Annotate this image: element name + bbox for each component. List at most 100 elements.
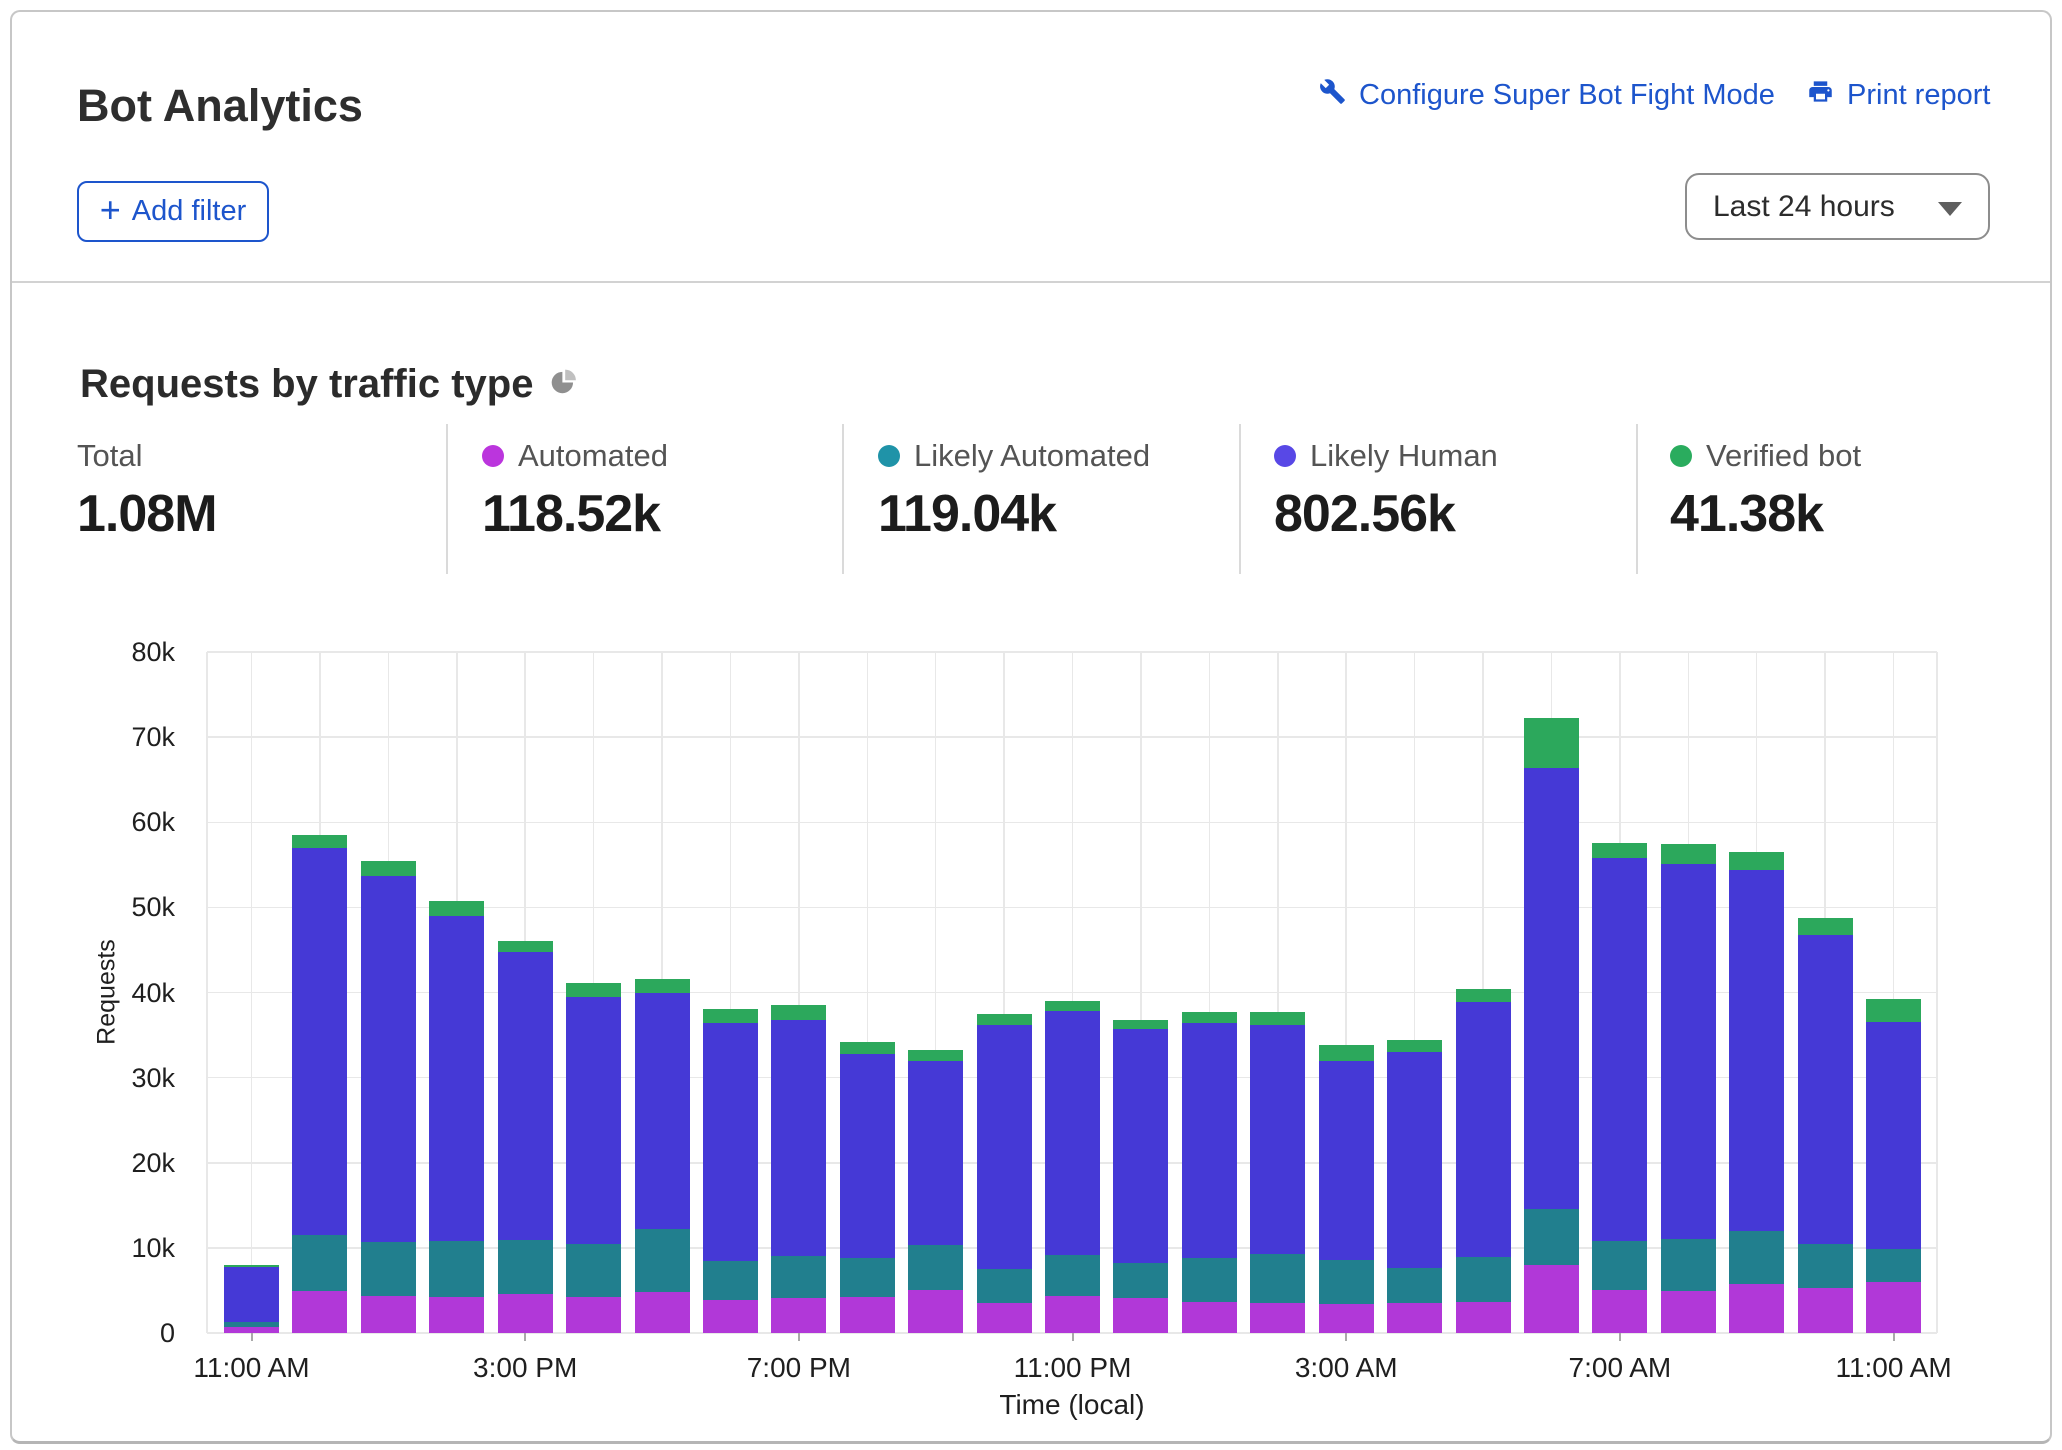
bar-segment-automated[interactable] xyxy=(1524,1265,1579,1333)
bar-segment-likely-human[interactable] xyxy=(1866,1022,1921,1248)
bar-segment-likely-automated[interactable] xyxy=(224,1322,279,1327)
bar-segment-likely-automated[interactable] xyxy=(1250,1254,1305,1303)
bar-segment-automated[interactable] xyxy=(703,1300,758,1333)
bar-segment-likely-human[interactable] xyxy=(771,1020,826,1257)
bar-segment-likely-human[interactable] xyxy=(361,876,416,1242)
bar-segment-likely-automated[interactable] xyxy=(703,1261,758,1299)
x-axis-tick xyxy=(251,1333,253,1341)
bar-segment-verified-bot[interactable] xyxy=(1319,1045,1374,1060)
bar-segment-automated[interactable] xyxy=(1592,1290,1647,1333)
bar-segment-likely-automated[interactable] xyxy=(1661,1239,1716,1291)
bar-segment-likely-human[interactable] xyxy=(1456,1002,1511,1257)
bar-segment-likely-human[interactable] xyxy=(292,848,347,1235)
bar-segment-verified-bot[interactable] xyxy=(1661,844,1716,864)
bar-segment-automated[interactable] xyxy=(1182,1302,1237,1333)
bar-segment-likely-human[interactable] xyxy=(1524,768,1579,1209)
bar-segment-automated[interactable] xyxy=(1866,1282,1921,1333)
bar-segment-likely-automated[interactable] xyxy=(498,1240,553,1294)
bar-segment-likely-automated[interactable] xyxy=(1456,1257,1511,1302)
bar-segment-likely-automated[interactable] xyxy=(1798,1244,1853,1288)
bar-segment-automated[interactable] xyxy=(566,1297,621,1333)
bar-segment-likely-human[interactable] xyxy=(1045,1011,1100,1254)
bar-segment-likely-human[interactable] xyxy=(498,952,553,1240)
bar-segment-automated[interactable] xyxy=(635,1292,690,1333)
bar-segment-verified-bot[interactable] xyxy=(840,1042,895,1054)
bar-segment-likely-human[interactable] xyxy=(224,1267,279,1321)
bar-segment-verified-bot[interactable] xyxy=(566,983,621,997)
bar-segment-likely-human[interactable] xyxy=(566,997,621,1245)
bar-segment-verified-bot[interactable] xyxy=(1387,1040,1442,1052)
bar-segment-verified-bot[interactable] xyxy=(1182,1012,1237,1023)
bar-segment-automated[interactable] xyxy=(1661,1291,1716,1333)
bar-segment-verified-bot[interactable] xyxy=(1592,843,1647,858)
bar-segment-likely-human[interactable] xyxy=(1729,870,1784,1231)
bar-segment-automated[interactable] xyxy=(292,1291,347,1333)
bar-segment-likely-human[interactable] xyxy=(635,993,690,1229)
bar-segment-likely-automated[interactable] xyxy=(292,1235,347,1291)
bar-segment-automated[interactable] xyxy=(1798,1288,1853,1333)
bar-segment-automated[interactable] xyxy=(1045,1296,1100,1333)
bar-segment-likely-automated[interactable] xyxy=(361,1242,416,1296)
bar-segment-verified-bot[interactable] xyxy=(498,941,553,953)
bar-segment-likely-human[interactable] xyxy=(908,1061,963,1246)
bar-segment-automated[interactable] xyxy=(1319,1304,1374,1333)
bar-segment-verified-bot[interactable] xyxy=(635,979,690,993)
bar-segment-automated[interactable] xyxy=(840,1297,895,1333)
bar-segment-automated[interactable] xyxy=(1113,1298,1168,1333)
bar-segment-likely-human[interactable] xyxy=(429,916,484,1241)
bar-segment-automated[interactable] xyxy=(1729,1284,1784,1333)
bar-segment-verified-bot[interactable] xyxy=(1729,852,1784,870)
bar-segment-likely-automated[interactable] xyxy=(1592,1241,1647,1290)
bar-segment-likely-automated[interactable] xyxy=(635,1229,690,1292)
bar-segment-verified-bot[interactable] xyxy=(429,901,484,916)
bar-segment-likely-automated[interactable] xyxy=(1729,1231,1784,1284)
bar-segment-likely-automated[interactable] xyxy=(1113,1263,1168,1298)
bar-segment-automated[interactable] xyxy=(1456,1302,1511,1333)
bar-segment-likely-human[interactable] xyxy=(1250,1025,1305,1254)
bar-segment-verified-bot[interactable] xyxy=(908,1050,963,1060)
bar-segment-likely-human[interactable] xyxy=(1387,1052,1442,1268)
bar-segment-automated[interactable] xyxy=(429,1297,484,1333)
bar-segment-likely-automated[interactable] xyxy=(566,1244,621,1297)
bar-segment-verified-bot[interactable] xyxy=(1866,999,1921,1022)
bar-segment-likely-automated[interactable] xyxy=(771,1256,826,1298)
bar-segment-verified-bot[interactable] xyxy=(1113,1020,1168,1029)
bar-segment-automated[interactable] xyxy=(361,1296,416,1333)
bar-segment-verified-bot[interactable] xyxy=(1250,1012,1305,1025)
bar-segment-likely-human[interactable] xyxy=(703,1023,758,1261)
bar-segment-likely-human[interactable] xyxy=(1319,1061,1374,1260)
bar-segment-verified-bot[interactable] xyxy=(703,1009,758,1023)
bar-segment-likely-automated[interactable] xyxy=(1524,1209,1579,1265)
bar-segment-likely-human[interactable] xyxy=(840,1054,895,1258)
bar-segment-verified-bot[interactable] xyxy=(292,835,347,848)
bar-segment-automated[interactable] xyxy=(1387,1303,1442,1333)
bar-segment-likely-automated[interactable] xyxy=(1182,1258,1237,1302)
bar-segment-verified-bot[interactable] xyxy=(1456,989,1511,1002)
bar-segment-likely-automated[interactable] xyxy=(1387,1268,1442,1303)
bar-segment-likely-human[interactable] xyxy=(1113,1029,1168,1263)
bar-segment-verified-bot[interactable] xyxy=(1045,1001,1100,1011)
bar-segment-verified-bot[interactable] xyxy=(977,1014,1032,1025)
bar-segment-verified-bot[interactable] xyxy=(771,1005,826,1019)
bar-segment-verified-bot[interactable] xyxy=(1524,718,1579,768)
bar-segment-automated[interactable] xyxy=(977,1303,1032,1333)
bar-segment-automated[interactable] xyxy=(498,1294,553,1333)
bar-segment-verified-bot[interactable] xyxy=(1798,918,1853,936)
bar-segment-likely-automated[interactable] xyxy=(908,1245,963,1290)
bar-segment-likely-automated[interactable] xyxy=(1319,1260,1374,1304)
bar-segment-likely-human[interactable] xyxy=(1592,858,1647,1241)
bar-segment-verified-bot[interactable] xyxy=(224,1265,279,1268)
bar-segment-likely-automated[interactable] xyxy=(977,1269,1032,1303)
bar-segment-automated[interactable] xyxy=(1250,1303,1305,1333)
bar-segment-likely-human[interactable] xyxy=(1661,864,1716,1239)
bar-segment-likely-human[interactable] xyxy=(977,1025,1032,1269)
bar-segment-likely-human[interactable] xyxy=(1182,1023,1237,1258)
bar-segment-likely-automated[interactable] xyxy=(1866,1249,1921,1282)
bar-segment-likely-human[interactable] xyxy=(1798,935,1853,1243)
bar-segment-verified-bot[interactable] xyxy=(361,861,416,876)
bar-segment-automated[interactable] xyxy=(771,1298,826,1333)
bar-segment-automated[interactable] xyxy=(908,1290,963,1333)
bar-segment-likely-automated[interactable] xyxy=(840,1258,895,1297)
bar-segment-likely-automated[interactable] xyxy=(429,1241,484,1297)
bar-segment-likely-automated[interactable] xyxy=(1045,1255,1100,1296)
